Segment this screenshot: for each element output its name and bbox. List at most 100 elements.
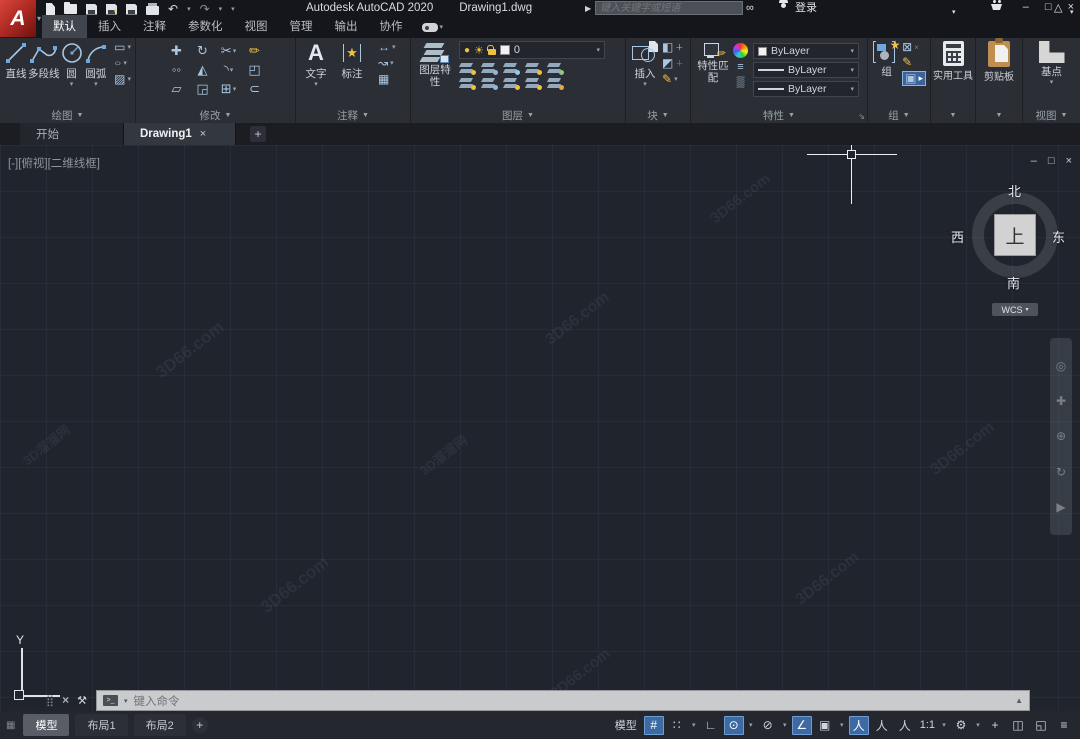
layer-dropdown[interactable]: ● ☀ 0 ▾ [459,41,605,59]
viewcube-west[interactable]: 西 [951,227,964,246]
search-go-icon[interactable]: ▶ [585,4,591,13]
panel-layers-label[interactable]: 图层 ▼ [411,107,625,123]
layer-off-button[interactable] [459,62,476,75]
base-flyout-icon[interactable]: ▾ [1050,79,1054,86]
commandline-close-icon[interactable]: × [62,693,69,707]
lineweight-icon[interactable]: ≡ [737,61,743,73]
layer-unlock-icon[interactable] [486,45,496,55]
viewport-minimize-icon[interactable]: – [1031,155,1037,167]
viewcube-east[interactable]: 东 [1052,227,1065,246]
ortho-toggle[interactable]: ∟ [701,716,721,735]
model-tab[interactable]: 模型 [23,714,70,736]
polar-dropdown-icon[interactable]: ▾ [747,721,755,729]
undo-icon[interactable]: ↶ [168,2,178,16]
ungroup-button[interactable]: ⊠ × [902,41,926,54]
annotation-visibility-toggle[interactable]: 人 [848,715,869,735]
polar-tracking-toggle[interactable]: ⊙ [723,715,744,735]
viewcube-north[interactable]: 北 [1008,181,1021,200]
layout1-tab[interactable]: 布局1 [75,714,128,736]
utilities-button[interactable]: 实用工具 [933,41,973,107]
object-snap-toggle[interactable]: ▣ [815,716,835,735]
workspace-dropdown-icon[interactable]: ▾ [974,721,982,729]
tab-annotate[interactable]: 注释 [132,15,177,38]
wcs-dropdown[interactable]: WCS ▾ [992,303,1038,316]
layer-lock-button[interactable] [525,62,542,75]
annotation-scale-value[interactable]: 1:1 [918,719,937,731]
viewcube-top-face[interactable]: 上 [994,214,1036,256]
array-button[interactable]: ⊞ ▾ [221,81,236,97]
create-block-button[interactable]: ◧ ＋ [662,41,683,54]
drawing-canvas[interactable]: [-][俯视][二维线框] – □ × 3D溜溜网 3D66.com 3D66.… [0,145,1080,711]
snap-dropdown-icon[interactable]: ▾ [690,721,698,729]
insert-flyout-icon[interactable]: ▾ [643,81,647,88]
hatch-button[interactable]: ▨ ▾ [114,73,131,86]
model-space-button[interactable]: 模型 [615,717,637,733]
table-button[interactable]: ▦ [378,73,396,86]
layer-on-all-button[interactable] [459,77,476,90]
grid-toggle[interactable]: # [643,715,664,735]
group-button[interactable]: ★ 组 [872,38,901,107]
layout2-tab[interactable]: 布局2 [133,714,186,736]
group-edit-button[interactable]: ✎ [902,56,926,69]
tab-insert[interactable]: 插入 [87,15,132,38]
properties-launcher-icon[interactable]: ⇘ [858,112,865,121]
clipboard-button[interactable]: 剪贴板 [984,38,1014,107]
command-line[interactable]: >_ ▾ 键入命令 ▲ [96,690,1030,711]
logo-dropdown-icon[interactable]: ▾ [37,14,41,23]
layer-current-button[interactable] [547,77,564,90]
ellipse-button[interactable]: ○ ▾ [114,57,131,70]
redo-icon[interactable]: ↷ [200,2,210,16]
new-layout-button[interactable]: + [191,717,208,733]
close-button[interactable]: × [1068,1,1074,13]
open-file-icon[interactable] [64,2,77,14]
layer-dropdown-arrow-icon[interactable]: ▾ [596,46,600,54]
viewcube-south[interactable]: 南 [1007,273,1020,292]
rectangle-button[interactable]: ▭ ▾ [114,41,131,54]
panel-modify-label[interactable]: 修改 ▼ [136,107,295,123]
minimize-button[interactable]: – [1023,1,1029,13]
panel-view-label[interactable]: 视图 ▼ [1023,107,1080,123]
customization-wrench-icon[interactable]: ⚒ [77,694,87,707]
layer-unisolate-button[interactable] [481,77,498,90]
circle-button[interactable]: 圆 ▾ [60,41,84,107]
tab-parametric[interactable]: 参数化 [177,15,234,38]
featured-apps-icon[interactable] [421,23,438,32]
offset-button[interactable]: ⊂ [249,81,260,97]
base-point-button[interactable]: 基点 ▾ [1038,41,1065,107]
layer-freeze-button[interactable] [503,62,520,75]
save-as-icon[interactable]: ✎ [106,3,117,15]
tab-view[interactable]: 视图 [234,15,279,38]
layer-match-button[interactable] [547,62,564,75]
file-tab-drawing1[interactable]: Drawing1 × [124,123,236,145]
osnap-dropdown-icon[interactable]: ▾ [838,721,846,729]
match-properties-button[interactable]: ✏ 特性匹配 [695,41,731,107]
annotation-autoscale-toggle[interactable]: 人 [872,716,892,735]
mirror-button[interactable]: ◭ [198,62,208,78]
nav-wheel-icon[interactable]: ◎ [1056,359,1066,373]
save-icon[interactable] [86,3,97,15]
erase-button[interactable]: ✏ [249,43,260,59]
account-dropdown-icon[interactable]: ▾ [952,5,956,20]
panel-groups-label[interactable]: 组 ▼ [868,107,930,123]
undo-dropdown-icon[interactable]: ▾ [187,5,191,13]
plot-icon[interactable] [146,3,159,15]
fillet-button[interactable]: ◝ ▾ [224,62,234,78]
tab-output[interactable]: 输出 [324,15,369,38]
nav-zoom-icon[interactable]: ⊕ [1056,429,1066,443]
text-flyout-icon[interactable]: ▾ [314,81,318,88]
layer-thaw-all-button[interactable] [503,77,520,90]
redo-dropdown-icon[interactable]: ▾ [219,5,223,13]
tab-home[interactable]: 默认 [42,15,87,38]
annotation-monitor-button[interactable]: + [985,716,1005,735]
transparency-icon[interactable]: ▒ [737,76,745,88]
clean-screen-button[interactable]: ◱ [1031,716,1051,735]
file-tab-start[interactable]: 开始 [20,123,124,145]
new-drawing-tab-button[interactable]: + [250,126,266,142]
linetype-dropdown[interactable]: ByLayer ▾ [753,81,859,97]
insert-block-button[interactable]: 插入 ▾ [630,41,660,107]
maximize-button[interactable]: □ [1045,1,1052,13]
command-history-icon[interactable]: ▲ [1015,696,1023,705]
copy-button[interactable]: ◦◦ [172,62,181,77]
circle-flyout-icon[interactable]: ▾ [70,81,74,88]
object-color-dropdown[interactable]: ByLayer ▾ [753,43,859,59]
